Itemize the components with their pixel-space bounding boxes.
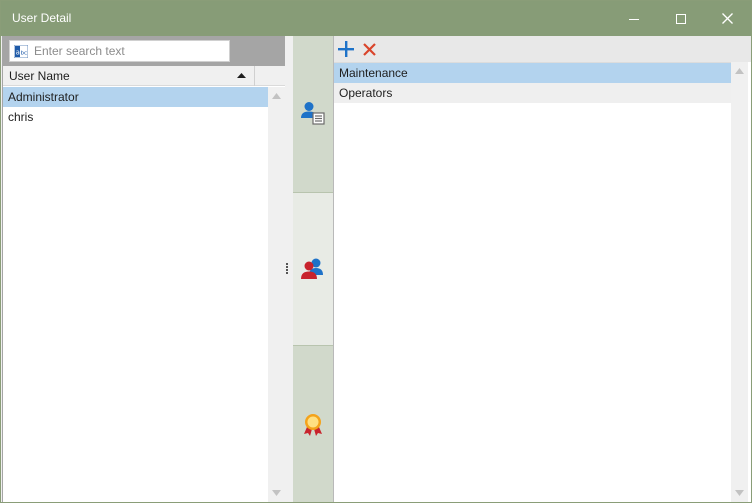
scroll-up-arrow-icon[interactable] [272,93,281,99]
title-bar[interactable]: User Detail [1,1,751,36]
minimize-button[interactable] [611,1,657,36]
groups-toolbar [334,36,751,62]
scroll-down-arrow-icon[interactable] [735,490,744,496]
nav-item-user-details[interactable] [293,36,333,190]
svg-text:bc: bc [21,51,28,57]
table-row[interactable]: chris [3,107,268,127]
abc-search-icon: a bc [14,45,28,58]
nav-strip [293,36,333,502]
user-detail-window: User Detail a bc User Name [0,0,752,503]
nav-item-user-groups[interactable] [293,192,333,346]
splitter-grip-icon[interactable] [286,263,288,275]
group-name: Operators [339,86,393,100]
users-panel: a bc User Name Administrator chris [2,36,285,502]
grid-body: Administrator chris [3,87,268,502]
scroll-down-arrow-icon[interactable] [272,490,281,496]
column-header-user-name[interactable]: User Name [3,66,255,86]
scroll-up-arrow-icon[interactable] [735,68,744,74]
sort-ascending-icon [237,73,246,78]
groups-panel: Maintenance Operators [333,36,751,502]
column-header-label: User Name [9,69,70,83]
groups-list-scrollbar[interactable] [731,62,748,502]
grid-header: User Name [3,66,285,86]
user-groups-icon [301,258,323,279]
groups-list: Maintenance Operators [334,62,731,502]
plus-icon [338,41,354,57]
close-icon [721,13,733,24]
close-button[interactable] [704,1,750,36]
svg-text:a: a [16,49,20,57]
users-grid: User Name Administrator chris [3,66,285,502]
delete-x-icon [362,42,376,56]
user-card-icon [301,102,325,125]
search-box[interactable]: a bc [9,40,230,62]
column-header-filler [255,66,285,86]
add-group-button[interactable] [337,40,355,58]
nav-item-permissions[interactable] [293,348,333,502]
cell-user-name: Administrator [8,90,79,104]
table-row[interactable]: Administrator [3,87,268,107]
users-grid-scrollbar[interactable] [268,87,285,502]
search-input[interactable] [34,43,226,59]
maximize-icon [676,13,686,24]
award-ribbon-icon [304,414,322,436]
window-title: User Detail [12,11,72,25]
maximize-button[interactable] [658,1,704,36]
group-name: Maintenance [339,66,408,80]
list-item[interactable]: Operators [334,83,731,103]
minimize-icon [629,18,639,20]
list-item[interactable]: Maintenance [334,63,731,83]
remove-group-button[interactable] [360,40,378,58]
cell-user-name: chris [8,110,34,124]
